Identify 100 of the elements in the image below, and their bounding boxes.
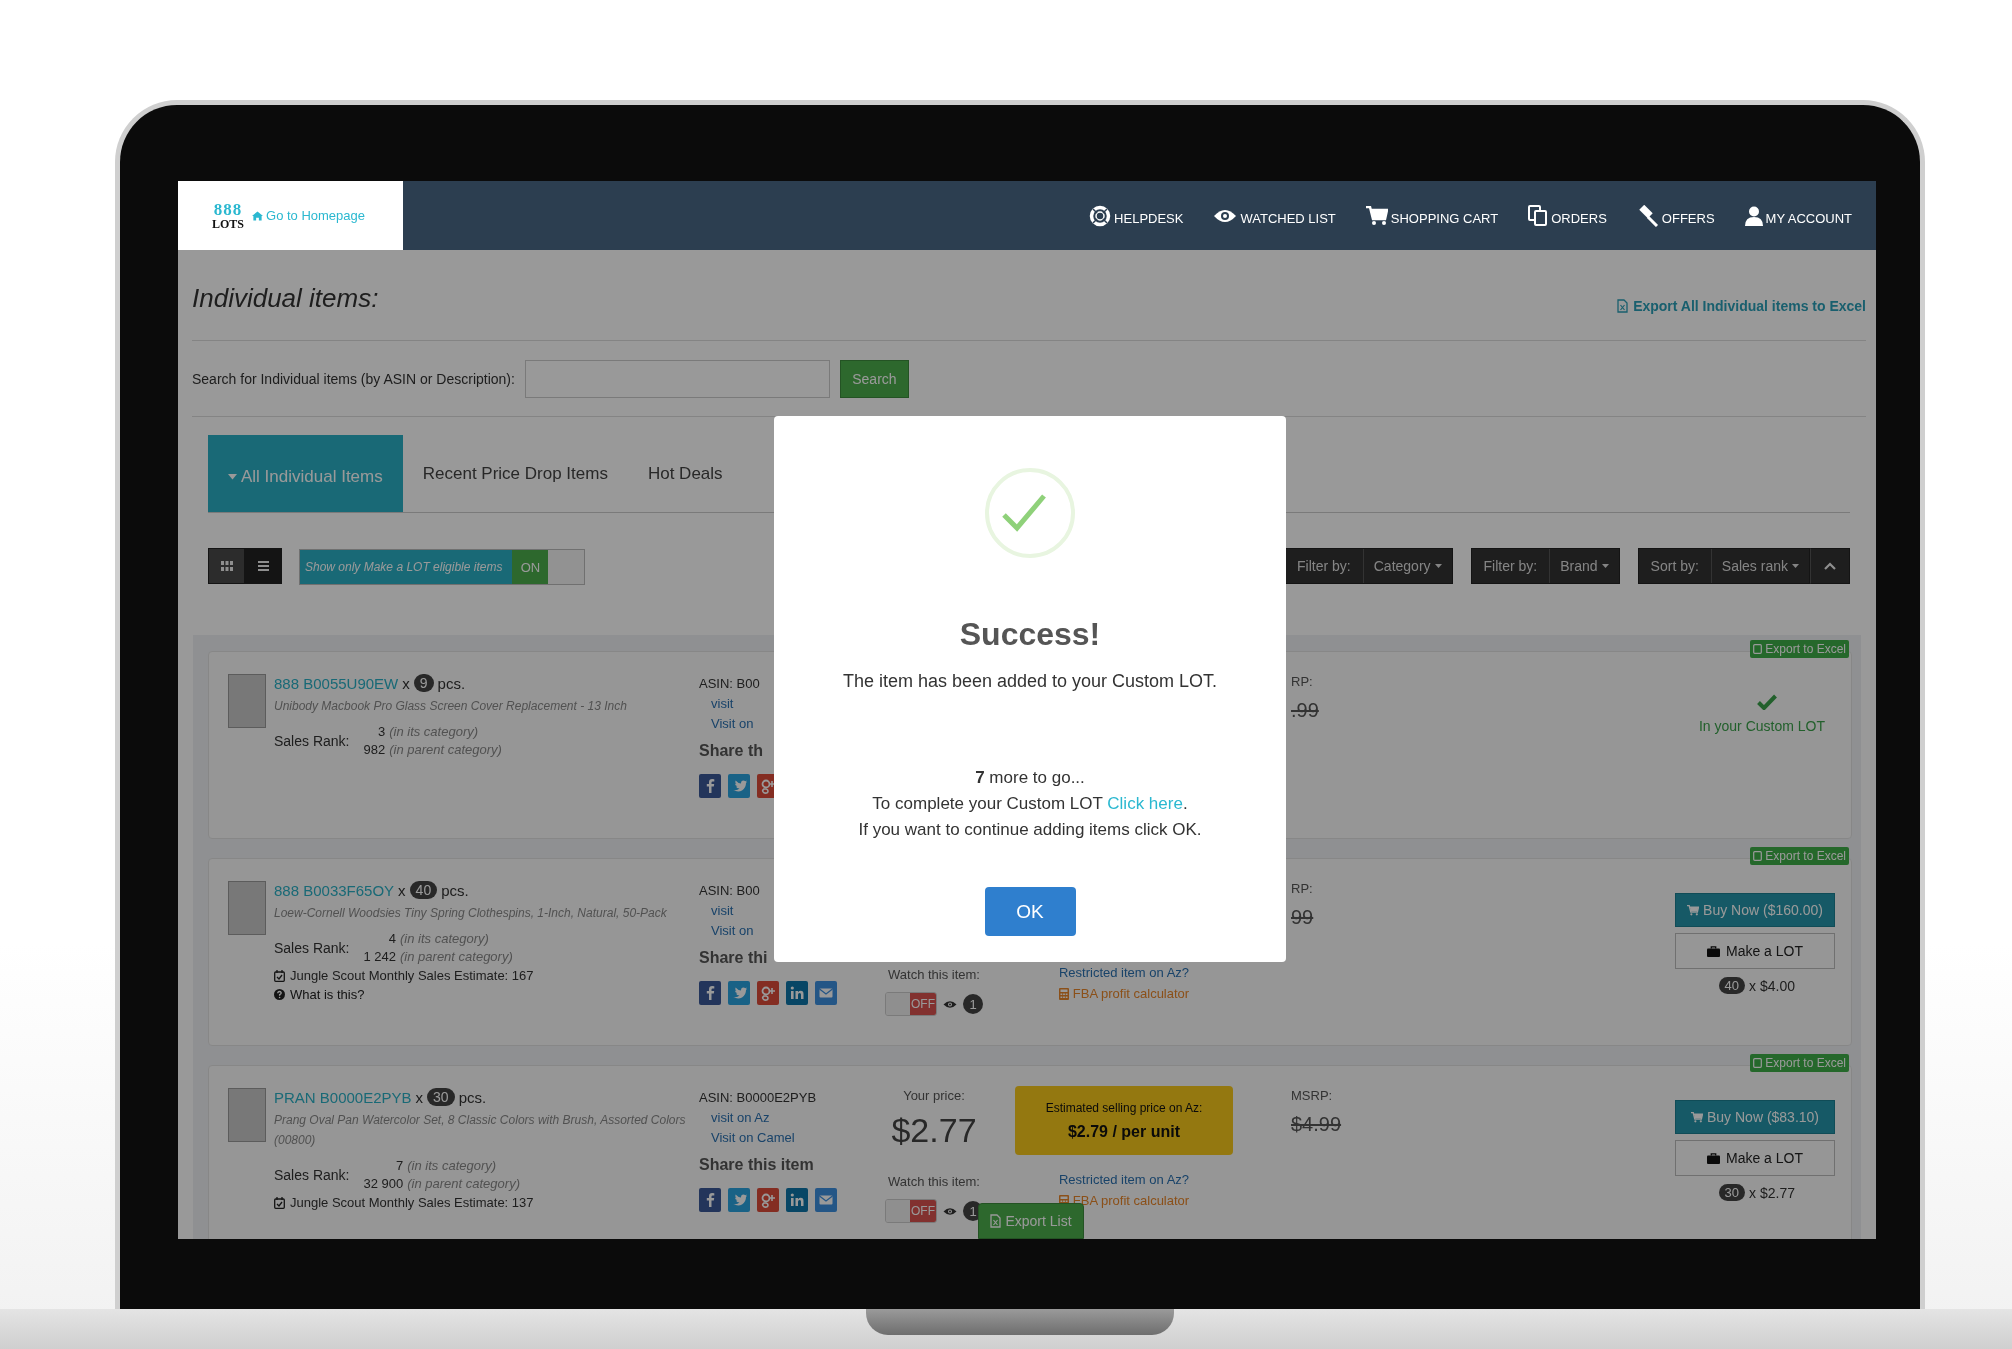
export-all-link[interactable]: Export All Individual items to Excel	[1617, 298, 1866, 314]
spreadsheet-file-icon	[1617, 299, 1629, 313]
visit-link[interactable]: visit on Az	[699, 1108, 770, 1128]
unit-price: x $4.00	[1749, 977, 1795, 994]
msrp-label: RP:	[1291, 674, 1314, 689]
lifebuoy-icon	[1089, 204, 1112, 227]
list-view-button[interactable]	[245, 548, 282, 584]
collapse-button[interactable]	[1810, 548, 1850, 584]
facebook-icon[interactable]	[699, 981, 721, 1005]
nav-link[interactable]: ORDERS	[1528, 204, 1607, 227]
tab[interactable]: Hot Deals	[627, 435, 743, 512]
watch-label: Watch this item:	[888, 1174, 980, 1189]
continue-text: If you want to continue adding items click OK.	[858, 819, 1202, 841]
unit-label: pcs.	[441, 881, 469, 899]
tab[interactable]: Recent Price Drop Items	[402, 435, 628, 512]
calculator-icon	[1058, 987, 1069, 1000]
facebook-icon[interactable]	[699, 774, 721, 798]
unit-label: pcs.	[437, 674, 466, 692]
visit-link[interactable]: Visit on Camel	[699, 1128, 795, 1148]
asin-label: ASIN: B0000E2PYB	[699, 1089, 817, 1107]
homepage-link[interactable]: Go to Homepage	[252, 208, 366, 223]
ok-button[interactable]: OK	[984, 887, 1076, 936]
search-field[interactable]	[524, 359, 830, 398]
item-link[interactable]: PRAN B0000E2PYB	[274, 1088, 412, 1106]
multiply-sign: x	[415, 1088, 424, 1106]
click-here-link[interactable]: Click here	[1107, 794, 1183, 813]
restricted-item-link[interactable]: Restricted item on Az?	[1058, 1172, 1190, 1187]
buy-now-button[interactable]: Buy Now ($83.10)	[1675, 1100, 1835, 1134]
nav-link[interactable]: MY ACCOUNT	[1744, 205, 1852, 226]
fba-calculator-link[interactable]: FBA profit calculator	[1058, 986, 1190, 1001]
estimate-label: Estimated selling price on Az:	[1045, 1100, 1203, 1115]
eye-icon	[1213, 207, 1238, 224]
nav-link[interactable]: SHOPPING CART	[1365, 205, 1499, 226]
eligible-items-toggle[interactable]: Show only Make a LOT eligible items ON	[299, 549, 586, 585]
watch-toggle[interactable]: OFF	[885, 992, 937, 1016]
export-to-excel-button[interactable]: Export to Excel	[1750, 847, 1849, 865]
search-label: Search for Individual items (by ASIN or Description):	[192, 370, 515, 387]
restricted-item-link[interactable]: Restricted item on Az?	[1058, 965, 1190, 980]
eye-icon	[943, 999, 957, 1009]
export-list-button[interactable]: Export List	[978, 1203, 1084, 1239]
visit-link[interactable]: Visit on	[699, 921, 754, 941]
nav-link[interactable]: WATCHED LIST	[1213, 205, 1336, 226]
grid-view-button[interactable]	[208, 548, 245, 584]
watch-count-badge: 1	[963, 994, 983, 1014]
unit-label: pcs.	[458, 1088, 487, 1106]
item-link[interactable]: 888 B0055U90EW	[274, 674, 399, 692]
your-price-label: Your price:	[903, 1088, 965, 1103]
logo[interactable]: 888 LOTS	[212, 201, 244, 230]
checkbox-icon	[1753, 851, 1763, 861]
multiply-sign: x	[402, 674, 410, 692]
filter-label: Filter by:	[1482, 557, 1539, 576]
envelope-icon[interactable]	[815, 1188, 837, 1212]
rank-value: 982	[363, 742, 386, 757]
what-is-this-link[interactable]: What is this?	[290, 987, 365, 1002]
nav-link[interactable]: OFFERS	[1636, 204, 1715, 227]
asin-label: ASIN: B00	[699, 882, 760, 900]
item-description: Prang Oval Pan Watercolor Set, 8 Classic Colors with Brush, Assorted Colors (00800)	[274, 1112, 687, 1149]
rank-value: 7	[395, 1158, 404, 1173]
export-to-excel-button[interactable]: Export to Excel	[1750, 1054, 1849, 1072]
multiply-sign: x	[398, 881, 406, 899]
linkedin-icon[interactable]	[786, 981, 808, 1005]
caret-icon	[1434, 563, 1442, 569]
make-a-lot-button[interactable]: Make a LOT	[1675, 933, 1835, 969]
watch-toggle[interactable]: OFF	[885, 1199, 937, 1223]
visit-link[interactable]: visit	[699, 901, 734, 921]
export-to-excel-button[interactable]: Export to Excel	[1750, 640, 1849, 658]
make-a-lot-button[interactable]: Make a LOT	[1675, 1140, 1835, 1176]
caret-icon	[1601, 563, 1609, 569]
filter-label: Sort by:	[1649, 557, 1700, 576]
buy-now-button[interactable]: Buy Now ($160.00)	[1675, 893, 1835, 927]
chevron-up-icon	[1824, 562, 1836, 570]
cart-icon	[1690, 1111, 1703, 1123]
bird-icon[interactable]	[728, 981, 750, 1005]
bird-icon[interactable]	[728, 1188, 750, 1212]
calendar-icon	[274, 969, 285, 982]
briefcase-icon	[1707, 1152, 1720, 1164]
asin-label: ASIN: B00	[699, 675, 760, 693]
item-link[interactable]: 888 B0033F65OY	[274, 881, 395, 899]
rank-note: (in its category)	[389, 724, 480, 739]
quantity-badge: 9	[413, 674, 434, 692]
success-check-icon	[984, 467, 1076, 559]
envelope-icon[interactable]	[815, 981, 837, 1005]
calendar-icon	[274, 1196, 285, 1209]
quantity-badge: 40	[409, 881, 438, 899]
visit-link[interactable]: visit	[699, 694, 734, 714]
msrp-label: RP:	[1291, 881, 1314, 896]
bird-icon[interactable]	[728, 774, 750, 798]
nav-link[interactable]: HELPDESK	[1089, 204, 1184, 227]
unit-price: x $2.77	[1749, 1184, 1795, 1201]
cart-icon	[1687, 904, 1700, 916]
quantity-badge: 30	[427, 1088, 455, 1106]
watch-label: Watch this item:	[888, 967, 980, 982]
rank-note: (in parent category)	[407, 1176, 520, 1191]
visit-link[interactable]: Visit on	[699, 714, 754, 734]
linkedin-icon[interactable]	[786, 1188, 808, 1212]
facebook-icon[interactable]	[699, 1188, 721, 1212]
item-description: Loew-Cornell Woodsies Tiny Spring Clothespins, 1-Inch, Natural, 50-Pack	[274, 905, 668, 922]
tab[interactable]: All Individual Items	[208, 435, 403, 512]
msrp-label: MSRP:	[1291, 1088, 1334, 1103]
search-button[interactable]: Search	[839, 359, 909, 398]
